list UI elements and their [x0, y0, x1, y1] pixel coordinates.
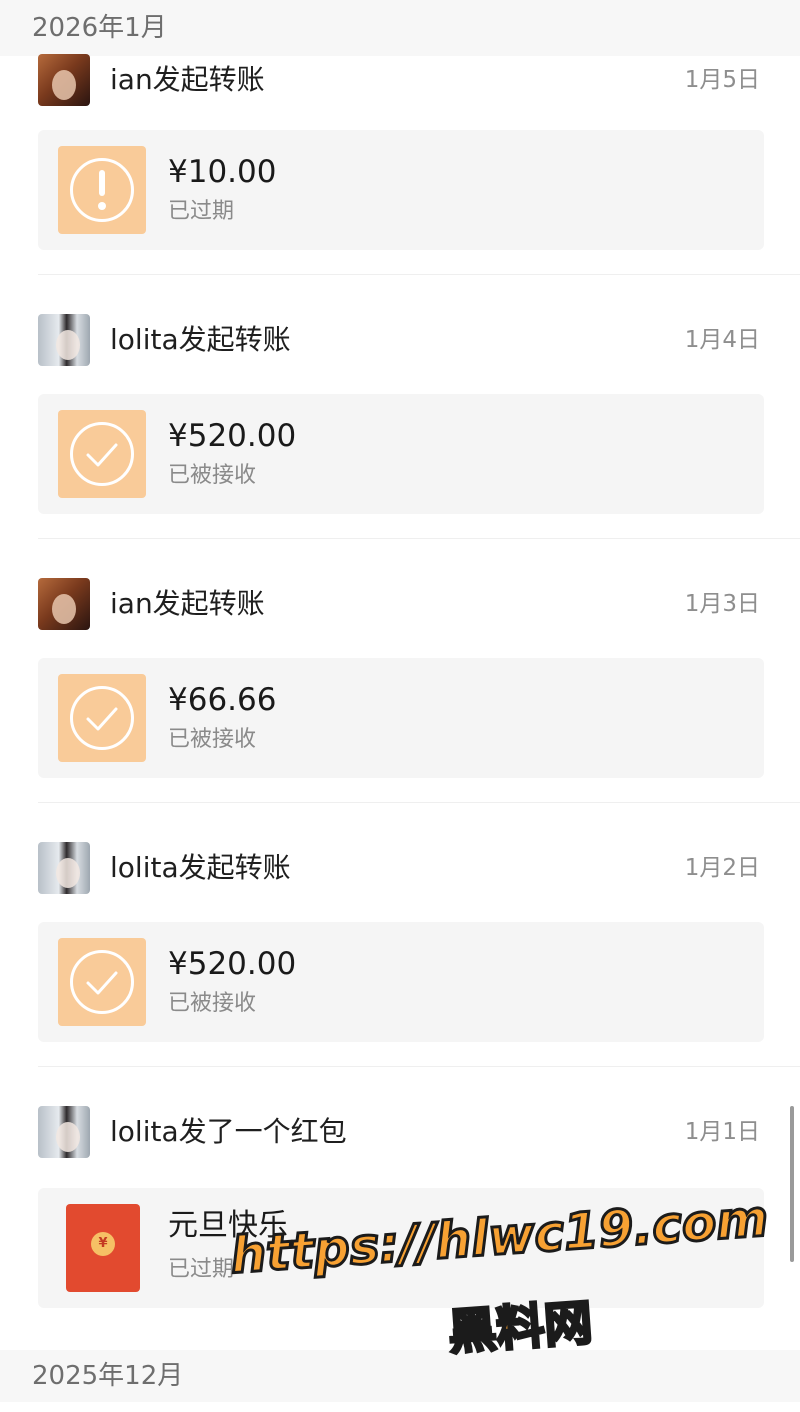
transfer-status: 已被接收 — [168, 463, 257, 488]
divider — [38, 538, 800, 539]
transfer-card[interactable]: ¥520.00 已被接收 — [38, 394, 764, 514]
entry-title: lolita发起转账 — [110, 851, 291, 884]
transfer-card[interactable]: ¥10.00 已过期 — [38, 130, 764, 250]
divider — [38, 1066, 800, 1067]
month-header-2025-12: 2025年12月 — [0, 1350, 800, 1402]
entry-title: ian发起转账 — [110, 63, 265, 96]
entry-date: 1月5日 — [684, 67, 760, 93]
transfer-card[interactable]: ¥520.00 已被接收 — [38, 922, 764, 1042]
transfer-amount: ¥10.00 — [168, 154, 277, 190]
entry-title: ian发起转账 — [110, 587, 265, 620]
transfer-history-page: 2026年1月 ian发起转账 1月5日 ¥10.00 已过期 lolita发起… — [0, 0, 800, 1412]
exclamation-icon — [58, 146, 146, 234]
divider — [38, 274, 800, 275]
red-envelope-status: 已过期 — [168, 1257, 235, 1282]
avatar-lolita[interactable] — [38, 1106, 90, 1158]
transfer-amount: ¥520.00 — [168, 946, 297, 982]
transfer-status: 已被接收 — [168, 727, 257, 752]
coin-icon: ¥ — [91, 1232, 115, 1256]
transfer-status: 已过期 — [168, 199, 235, 224]
transfer-status: 已被接收 — [168, 991, 257, 1016]
transfer-entry[interactable]: ian发起转账 1月5日 ¥10.00 已过期 — [0, 54, 800, 318]
avatar-lolita[interactable] — [38, 842, 90, 894]
transfer-card[interactable]: ¥66.66 已被接收 — [38, 658, 764, 778]
divider — [38, 802, 800, 803]
entry-title: lolita发起转账 — [110, 323, 291, 356]
entry-date: 1月3日 — [684, 591, 760, 617]
transfer-amount: ¥520.00 — [168, 418, 297, 454]
watermark-name: 黑料网 — [445, 1294, 596, 1363]
entry-date: 1月1日 — [684, 1119, 760, 1145]
entry-date: 1月2日 — [684, 855, 760, 881]
scrollbar[interactable] — [790, 1106, 794, 1262]
month-header-2026-01: 2026年1月 — [0, 0, 800, 56]
avatar-ian[interactable] — [38, 54, 90, 106]
avatar-ian[interactable] — [38, 578, 90, 630]
entry-title: lolita发了一个红包 — [110, 1115, 347, 1148]
red-envelope-icon: ¥ — [66, 1204, 140, 1292]
transfer-amount: ¥66.66 — [168, 682, 277, 718]
check-icon — [58, 938, 146, 1026]
entry-date: 1月4日 — [684, 327, 760, 353]
avatar-lolita[interactable] — [38, 314, 90, 366]
check-icon — [58, 410, 146, 498]
check-icon — [58, 674, 146, 762]
